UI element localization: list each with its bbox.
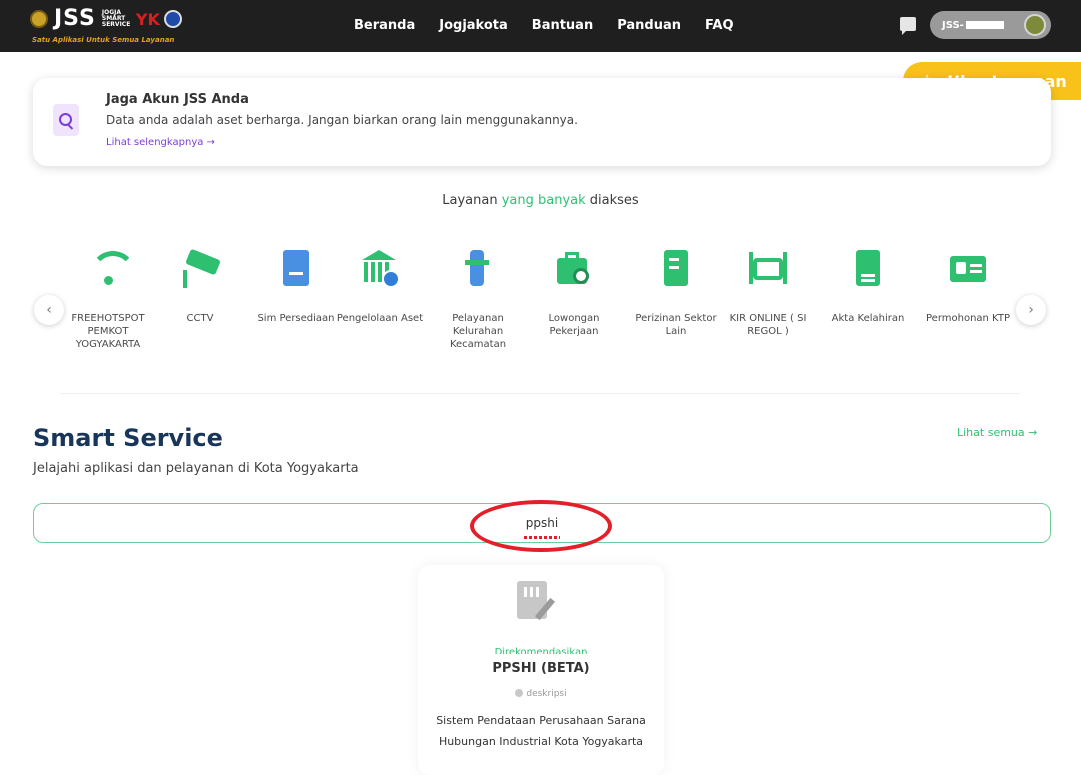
user-menu-button[interactable]: JSS- xyxy=(930,11,1051,39)
service-label: FREEHOTSPOT PEMKOT YOGYAKARTA xyxy=(71,313,145,350)
service-label: KIR ONLINE ( SI REGOL ) xyxy=(729,313,807,337)
avatar xyxy=(1024,14,1046,36)
service-label: Perizinan Sektor Lain xyxy=(635,313,717,337)
car-inspection-icon xyxy=(747,248,789,290)
baby-document-icon xyxy=(847,248,889,290)
account-security-notice: Jaga Akun JSS Anda Data anda adalah aset… xyxy=(33,78,1051,166)
service-label: CCTV xyxy=(186,313,214,324)
nav-link-beranda[interactable]: Beranda xyxy=(354,18,415,33)
smart-service-subtitle: Jelajahi aplikasi dan pelayanan di Kota … xyxy=(33,461,359,476)
spellcheck-underline xyxy=(524,536,560,539)
user-name-redacted xyxy=(965,21,1004,29)
chat-icon[interactable] xyxy=(900,17,916,35)
cctv-icon xyxy=(179,248,221,290)
nav-link-bantuan[interactable]: Bantuan xyxy=(532,18,593,33)
yogyakarta-emblem-icon xyxy=(30,10,48,28)
certificate-icon xyxy=(655,248,697,290)
service-pengelolaan-aset[interactable]: Pengelolaan Aset xyxy=(334,248,426,325)
service-label: Pengelolaan Aset xyxy=(336,313,424,324)
wifi-icon xyxy=(87,248,136,290)
popular-title-pre: Layanan xyxy=(442,193,502,208)
logo-yk-text: YK xyxy=(135,9,160,29)
top-navbar: JSS JOGJA SMART SERVICE YK Satu Aplikasi… xyxy=(0,0,1081,52)
service-label: Sim Persediaan xyxy=(257,313,335,324)
service-result-card[interactable]: Direkomendasikan PPSHI (BETA) deskripsi … xyxy=(418,565,664,775)
logo-small-text: JOGJA SMART SERVICE xyxy=(101,9,131,28)
inventory-icon xyxy=(275,248,317,290)
info-icon xyxy=(515,689,524,697)
service-permohonan-ktp[interactable]: Permohonan KTP xyxy=(922,248,1014,325)
service-sim-persediaan[interactable]: Sim Persediaan xyxy=(250,248,342,325)
nav-links: Beranda Jogjakota Bantuan Panduan FAQ xyxy=(354,18,758,33)
notice-text: Data anda adalah aset berharga. Jangan b… xyxy=(106,113,578,127)
nav-link-panduan[interactable]: Panduan xyxy=(617,18,681,33)
service-lowongan-pekerjaan[interactable]: Lowongan Pekerjaan xyxy=(528,248,620,338)
popular-services-title: Layanan yang banyak diakses xyxy=(0,193,1081,208)
service-pelayanan-kelurahan[interactable]: Pelayanan Kelurahan Kecamatan xyxy=(432,248,524,351)
chevron-left-icon: ‹ xyxy=(46,302,52,318)
jss-logo[interactable]: JSS JOGJA SMART SERVICE YK xyxy=(30,8,182,30)
service-kir-online[interactable]: KIR ONLINE ( SI REGOL ) xyxy=(722,248,814,338)
chevron-right-icon: › xyxy=(1028,302,1034,318)
service-perizinan-sektor-lain[interactable]: Perizinan Sektor Lain xyxy=(630,248,722,338)
logo-tagline: Satu Aplikasi Untuk Semua Layanan xyxy=(32,36,175,44)
bank-icon xyxy=(359,248,401,290)
service-cctv[interactable]: CCTV xyxy=(154,248,246,325)
service-label: Lowongan Pekerjaan xyxy=(548,313,600,337)
id-card-icon xyxy=(947,248,989,290)
popular-title-post: diakses xyxy=(585,193,639,208)
service-freehotspot[interactable]: FREEHOTSPOT PEMKOT YOGYAKARTA xyxy=(62,248,154,351)
service-akta-kelahiran[interactable]: Akta Kelahiran xyxy=(822,248,914,325)
service-label: Pelayanan Kelurahan Kecamatan xyxy=(449,313,507,350)
person-service-icon xyxy=(457,248,499,290)
service-label: Permohonan KTP xyxy=(926,313,1010,324)
description-label-text: deskripsi xyxy=(526,689,567,699)
result-description: Sistem Pendataan Perusahaan Sarana Hubun… xyxy=(436,714,646,748)
search-icon xyxy=(53,104,79,136)
popular-title-highlight: yang banyak xyxy=(501,193,586,208)
user-name: JSS- xyxy=(942,19,964,31)
description-label: deskripsi xyxy=(418,689,664,699)
section-divider xyxy=(60,393,1020,394)
logo-text: JSS xyxy=(54,6,96,31)
see-all-link[interactable]: Lihat semua → xyxy=(957,426,1037,439)
briefcase-search-icon xyxy=(553,248,595,290)
carousel-prev-button[interactable]: ‹ xyxy=(34,295,64,325)
notice-title: Jaga Akun JSS Anda xyxy=(106,92,249,107)
city-seal-icon xyxy=(163,10,182,28)
service-label: Akta Kelahiran xyxy=(831,313,905,324)
recommended-label: Direkomendasikan xyxy=(494,647,588,654)
notice-more-link[interactable]: Lihat selengkapnya → xyxy=(106,137,215,148)
nav-link-faq[interactable]: FAQ xyxy=(705,18,734,33)
smart-service-title: Smart Service xyxy=(33,424,223,452)
nav-link-jogjakota[interactable]: Jogjakota xyxy=(439,18,508,33)
result-title: PPSHI (BETA) xyxy=(492,661,590,676)
carousel-next-button[interactable]: › xyxy=(1016,295,1046,325)
